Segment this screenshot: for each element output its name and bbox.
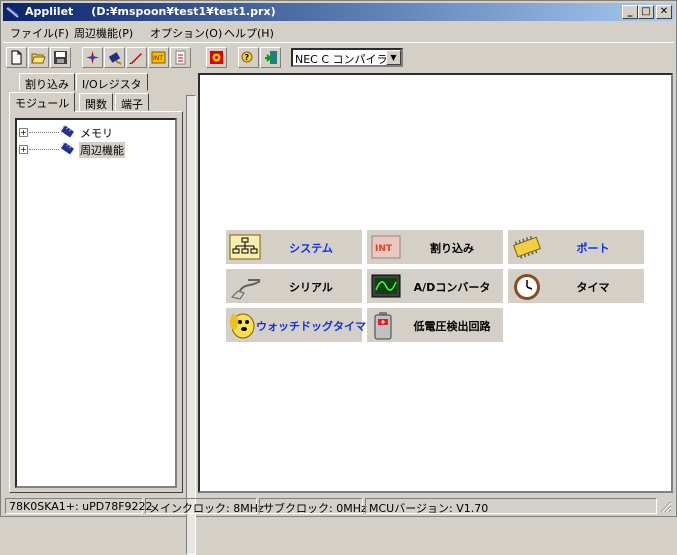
pen-icon xyxy=(129,53,142,65)
ad-converter-label: A/Dコンバータ xyxy=(413,281,491,294)
minimize-icon: _ xyxy=(627,6,633,17)
tab-pin[interactable]: 端子 xyxy=(115,93,149,111)
tab-module[interactable]: モジュール xyxy=(9,92,76,112)
memory-chip-icon xyxy=(60,125,75,138)
tree-connector xyxy=(29,149,59,150)
new-file-icon xyxy=(11,50,22,65)
system-label: システム xyxy=(289,242,333,255)
menu-option[interactable]: オプション(O) xyxy=(150,25,222,41)
project-path: (D:¥mspoon¥test1¥test1.prx) xyxy=(91,5,276,18)
peripheral-chip-icon xyxy=(60,142,75,155)
application-window: Applilet (D:¥mspoon¥test1¥test1.prx) _ □ … xyxy=(0,0,677,555)
port-button[interactable]: ポート xyxy=(508,230,644,264)
low-voltage-detector-label: 低電圧検出回路 xyxy=(413,320,491,333)
pen-button[interactable] xyxy=(126,47,147,68)
svg-text:?: ? xyxy=(245,53,250,62)
title-bar[interactable]: Applilet (D:¥mspoon¥test1¥test1.prx) _ □ … xyxy=(3,3,674,21)
chip-icon xyxy=(108,52,122,65)
watchdog-timer-label: ウォッチドッグタイマ xyxy=(256,320,366,333)
timer-label: タイマ xyxy=(576,281,610,294)
port-chip-icon xyxy=(513,235,541,259)
status-sub-clock: サブクロック: 0MHz xyxy=(259,498,367,515)
expand-peripheral-button[interactable]: + xyxy=(19,145,28,154)
left-panel: 割り込み I/Oレジスタ モジュール 関数 端子 + メモリ + 周辺機能 xyxy=(5,73,196,555)
tab-io-register[interactable]: I/Oレジスタ xyxy=(76,73,148,91)
minimize-button[interactable]: _ xyxy=(622,5,638,19)
expand-memory-button[interactable]: + xyxy=(19,128,28,137)
interrupt-icon: INT xyxy=(371,235,401,259)
panel-splitter[interactable] xyxy=(186,95,196,555)
menu-bar: ファイル(F) 周辺機能(P) オプション(O) ヘルプ(H) xyxy=(3,22,674,41)
compass-button[interactable] xyxy=(82,47,103,68)
help-button[interactable]: ? xyxy=(238,47,259,68)
clock-icon xyxy=(514,274,540,300)
save-icon xyxy=(54,51,67,64)
timer-button[interactable]: タイマ xyxy=(508,269,644,303)
compiler-select-value: NEC C コンパイラ xyxy=(295,53,388,66)
save-button[interactable] xyxy=(50,47,71,68)
serial-button[interactable]: シリアル xyxy=(226,269,362,303)
compass-icon xyxy=(86,51,99,64)
exit-icon xyxy=(265,51,277,64)
serial-label: シリアル xyxy=(289,281,333,294)
status-device: 78K0SKA1+: uPD78F9222 xyxy=(5,498,153,514)
tree-item-memory[interactable]: + メモリ xyxy=(19,124,169,140)
interrupt-label: 割り込み xyxy=(430,242,474,255)
open-button[interactable] xyxy=(28,47,49,68)
ad-converter-button[interactable]: A/Dコンバータ xyxy=(367,269,503,303)
maximize-button[interactable]: □ xyxy=(638,5,654,19)
serial-cable-icon xyxy=(231,279,261,300)
function-panel: システム INT 割り込み ポート シリアル A/Dコンバータ タイマ ウォッチ… xyxy=(198,73,673,493)
svg-text:INT: INT xyxy=(153,55,163,62)
ad-converter-icon xyxy=(371,274,401,298)
help-icon: ? xyxy=(241,51,253,63)
cd-icon xyxy=(210,51,223,64)
low-voltage-detector-button[interactable]: 低電圧検出回路 xyxy=(367,308,503,342)
int-button[interactable]: INT xyxy=(148,47,169,68)
close-button[interactable]: ✕ xyxy=(656,5,672,19)
tree-item-label: 周辺機能 xyxy=(79,142,125,158)
cd-button[interactable] xyxy=(206,47,227,68)
menu-file[interactable]: ファイル(F) xyxy=(10,25,69,41)
chevron-down-icon[interactable]: ▼ xyxy=(386,50,401,65)
menu-help[interactable]: ヘルプ(H) xyxy=(224,25,274,41)
resize-grip-icon[interactable] xyxy=(660,501,672,513)
module-tree[interactable]: + メモリ + 周辺機能 xyxy=(15,118,177,488)
chip-button[interactable] xyxy=(104,47,125,68)
int-icon: INT xyxy=(151,51,166,64)
svg-text:INT: INT xyxy=(375,244,393,254)
window-title: Applilet (D:¥mspoon¥test1¥test1.prx) xyxy=(25,5,276,18)
exit-button[interactable] xyxy=(260,47,281,68)
menu-peripheral[interactable]: 周辺機能(P) xyxy=(74,25,133,41)
battery-icon xyxy=(374,312,392,340)
tree-item-peripheral[interactable]: + 周辺機能 xyxy=(19,141,169,158)
compiler-select[interactable]: NEC C コンパイラ ▼ xyxy=(291,48,403,67)
doc-button[interactable] xyxy=(170,47,191,68)
tab-function[interactable]: 関数 xyxy=(79,93,113,111)
tree-item-label: メモリ xyxy=(80,127,113,140)
applilet-app-icon xyxy=(6,6,19,18)
tree-connector xyxy=(29,132,59,133)
close-icon: ✕ xyxy=(659,6,669,17)
maximize-icon: □ xyxy=(641,6,651,17)
status-mcu-version: MCUバージョン: V1.70 xyxy=(365,498,657,515)
status-main-clock: メインクロック: 8MHz xyxy=(145,498,264,515)
interrupt-button[interactable]: INT 割り込み xyxy=(367,230,503,264)
watchdog-timer-button[interactable]: ウォッチドッグタイマ xyxy=(226,308,366,342)
app-name: Applilet xyxy=(25,5,74,18)
port-label: ポート xyxy=(576,242,610,255)
doc-icon xyxy=(175,50,186,65)
system-diagram-icon xyxy=(229,234,261,260)
new-file-button[interactable] xyxy=(6,47,27,68)
toolbar: INT ? NEC C コンパイラ ▼ xyxy=(3,42,674,72)
status-bar: 78K0SKA1+: uPD78F9222 メインクロック: 8MHz サブクロ… xyxy=(3,497,674,515)
open-folder-icon xyxy=(31,53,46,64)
module-tab-panel: + メモリ + 周辺機能 xyxy=(9,111,183,493)
tab-interrupt[interactable]: 割り込み xyxy=(19,73,75,91)
system-button[interactable]: システム xyxy=(226,230,362,264)
